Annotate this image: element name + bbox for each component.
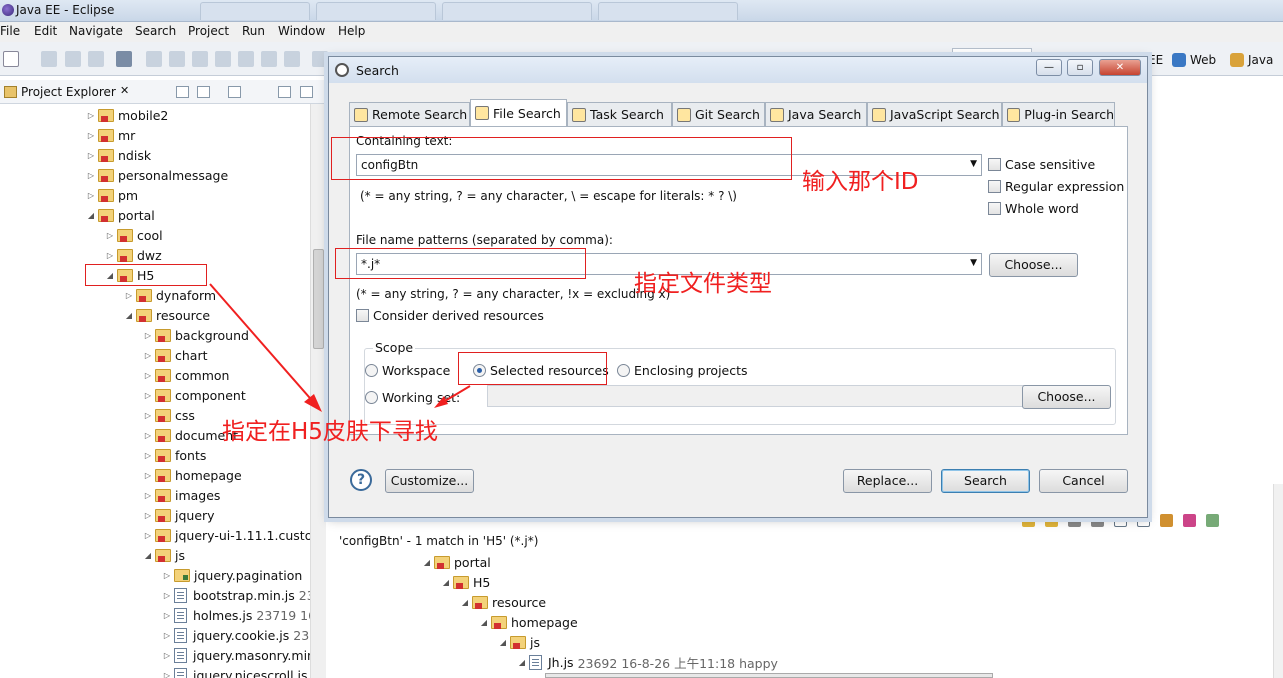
arrow-head <box>304 394 322 412</box>
arrow-head <box>434 396 448 408</box>
tab-label: File Search <box>493 105 561 121</box>
file-search-icon <box>475 106 489 120</box>
annotation-arrows <box>209 283 471 412</box>
arrow-to-h5-line <box>209 283 317 406</box>
tab-file-search[interactable]: File Search <box>470 99 567 126</box>
